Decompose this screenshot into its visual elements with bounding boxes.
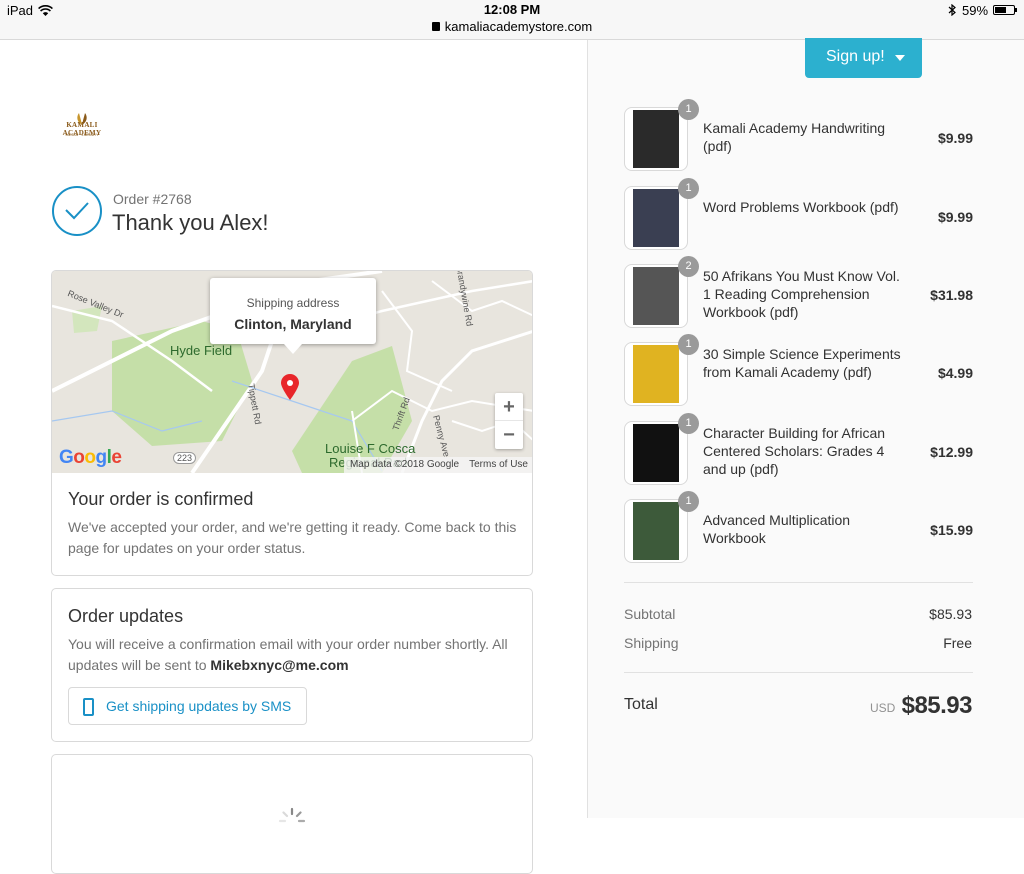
ios-status-bar: iPad 12:08 PM kamaliacademystore.com 59% bbox=[0, 0, 1024, 40]
route-223-shield: 223 bbox=[173, 452, 197, 464]
sms-updates-button[interactable]: Get shipping updates by SMS bbox=[68, 687, 307, 725]
product-thumbnail: 1 bbox=[624, 178, 699, 250]
quantity-badge: 2 bbox=[678, 256, 699, 277]
main-content: KAMALI ACADEMY MEDIA · LIBRARY Order #27… bbox=[0, 40, 587, 874]
logo-subtext: MEDIA · LIBRARY bbox=[65, 132, 99, 137]
line-item: 1 30 Simple Science Experiments from Kama… bbox=[624, 334, 973, 406]
loading-card bbox=[51, 754, 533, 874]
quantity-badge: 1 bbox=[678, 491, 699, 512]
product-name: 50 Afrikans You Must Know Vol. 1 Reading… bbox=[703, 268, 900, 320]
phone-icon bbox=[83, 698, 94, 716]
signup-label: Sign up! bbox=[826, 48, 885, 65]
google-letter: o bbox=[84, 447, 96, 468]
product-thumbnail: 1 bbox=[624, 491, 699, 563]
quantity-badge: 1 bbox=[678, 178, 699, 199]
order-summary-sidebar: Sign up! 1 Kamali Academy Handwriting (pd… bbox=[587, 38, 1024, 818]
product-thumbnail: 1 bbox=[624, 334, 699, 406]
loading-spinner-icon bbox=[278, 807, 306, 823]
map-label-louise: Louise F Cosca bbox=[325, 441, 416, 456]
product-cover-image bbox=[633, 189, 679, 247]
product-thumbnail: 1 bbox=[624, 99, 699, 171]
sms-button-label: Get shipping updates by SMS bbox=[106, 698, 292, 714]
order-confirmed-card: Hyde Field Louise F Cosca Regional Park … bbox=[51, 270, 533, 576]
map-label-hyde-field: Hyde Field bbox=[170, 343, 233, 358]
google-logo: Google bbox=[59, 447, 122, 469]
signup-button[interactable]: Sign up! bbox=[805, 38, 922, 78]
popup-address: Clinton, Maryland bbox=[234, 316, 352, 332]
zoom-in-button[interactable]: + bbox=[495, 393, 523, 421]
order-number: Order #2768 bbox=[113, 191, 192, 207]
google-letter: e bbox=[111, 447, 122, 468]
quantity-badge: 1 bbox=[678, 413, 699, 434]
product-cover-image bbox=[633, 502, 679, 560]
popup-label: Shipping address bbox=[246, 296, 340, 310]
product-price: $9.99 bbox=[937, 209, 973, 225]
product-name: Advanced Multiplication Workbook bbox=[703, 512, 851, 546]
product-name: Word Problems Workbook (pdf) bbox=[703, 199, 899, 215]
google-letter: o bbox=[73, 447, 85, 468]
product-cover-image bbox=[633, 345, 679, 403]
zoom-out-button[interactable]: − bbox=[495, 421, 523, 449]
shipping-label: Shipping bbox=[624, 635, 679, 651]
product-cover-image bbox=[633, 424, 679, 482]
battery-percent: 59% bbox=[962, 3, 989, 18]
shipping-map[interactable]: Hyde Field Louise F Cosca Regional Park … bbox=[52, 271, 532, 473]
divider bbox=[624, 582, 973, 583]
product-cover-image bbox=[633, 267, 679, 325]
shipping-address-popup: Shipping address Clinton, Maryland bbox=[210, 278, 376, 354]
updates-email: Mikebxnyc@me.com bbox=[210, 657, 349, 673]
subtotal-value: $85.93 bbox=[929, 606, 972, 622]
map-zoom-control: + − bbox=[495, 393, 523, 449]
currency-code: USD bbox=[870, 701, 896, 715]
product-cover-image bbox=[633, 110, 679, 168]
quantity-badge: 1 bbox=[678, 334, 699, 355]
confirmed-title: Your order is confirmed bbox=[68, 489, 254, 509]
divider bbox=[624, 672, 973, 673]
bluetooth-icon bbox=[948, 4, 956, 16]
chevron-down-icon bbox=[895, 55, 905, 61]
product-price: $9.99 bbox=[937, 130, 973, 146]
battery-level bbox=[995, 7, 1006, 13]
total-value: $85.93 bbox=[901, 692, 973, 719]
line-item: 1 Advanced Multiplication Workbook $15.99 bbox=[624, 491, 973, 563]
line-item: 1 Character Building for African Centered… bbox=[624, 413, 973, 485]
subtotal-label: Subtotal bbox=[624, 606, 676, 622]
total-label: Total bbox=[624, 696, 658, 713]
line-item: 2 50 Afrikans You Must Know Vol. 1 Readin… bbox=[624, 256, 973, 328]
map-pin-icon bbox=[281, 374, 299, 400]
google-letter: G bbox=[59, 447, 74, 468]
updates-text: You will receive a confirmation email wi… bbox=[68, 634, 520, 676]
product-name: Character Building for African Centered … bbox=[703, 425, 886, 477]
clock: 12:08 PM bbox=[483, 2, 541, 17]
updates-title: Order updates bbox=[68, 606, 184, 626]
product-thumbnail: 1 bbox=[624, 413, 699, 485]
map-attribution: Map data ©2018 Google Terms of Use bbox=[343, 457, 532, 473]
product-price: $4.99 bbox=[937, 365, 973, 381]
order-updates-card: Order updates You will receive a confirm… bbox=[51, 588, 533, 742]
product-name: Kamali Academy Handwriting (pdf) bbox=[703, 120, 886, 154]
quantity-badge: 1 bbox=[678, 99, 699, 120]
shipping-value: Free bbox=[943, 635, 972, 651]
terms-of-use-link[interactable]: Terms of Use bbox=[469, 459, 528, 470]
product-price: $12.99 bbox=[930, 444, 973, 460]
line-item: 1 Kamali Academy Handwriting (pdf) $9.99 bbox=[624, 99, 973, 171]
thank-you-heading: Thank you Alex! bbox=[112, 210, 269, 235]
battery-icon bbox=[993, 5, 1017, 15]
product-price: $31.98 bbox=[930, 287, 973, 303]
product-thumbnail: 2 bbox=[624, 256, 699, 328]
lock-icon bbox=[431, 22, 440, 31]
address-bar[interactable]: kamaliacademystore.com bbox=[0, 19, 1024, 34]
google-letter: g bbox=[95, 447, 108, 468]
checkmark-icon bbox=[52, 186, 102, 236]
store-logo[interactable]: KAMALI ACADEMY MEDIA · LIBRARY bbox=[53, 112, 111, 148]
line-item: 1 Word Problems Workbook (pdf) $9.99 bbox=[624, 178, 973, 250]
product-name: 30 Simple Science Experiments from Kamal… bbox=[703, 346, 901, 380]
map-data-credit: Map data ©2018 Google bbox=[349, 459, 460, 470]
product-price: $15.99 bbox=[930, 522, 973, 538]
url-text: kamaliacademystore.com bbox=[444, 19, 593, 34]
confirmed-text: We've accepted your order, and we're get… bbox=[68, 519, 517, 556]
